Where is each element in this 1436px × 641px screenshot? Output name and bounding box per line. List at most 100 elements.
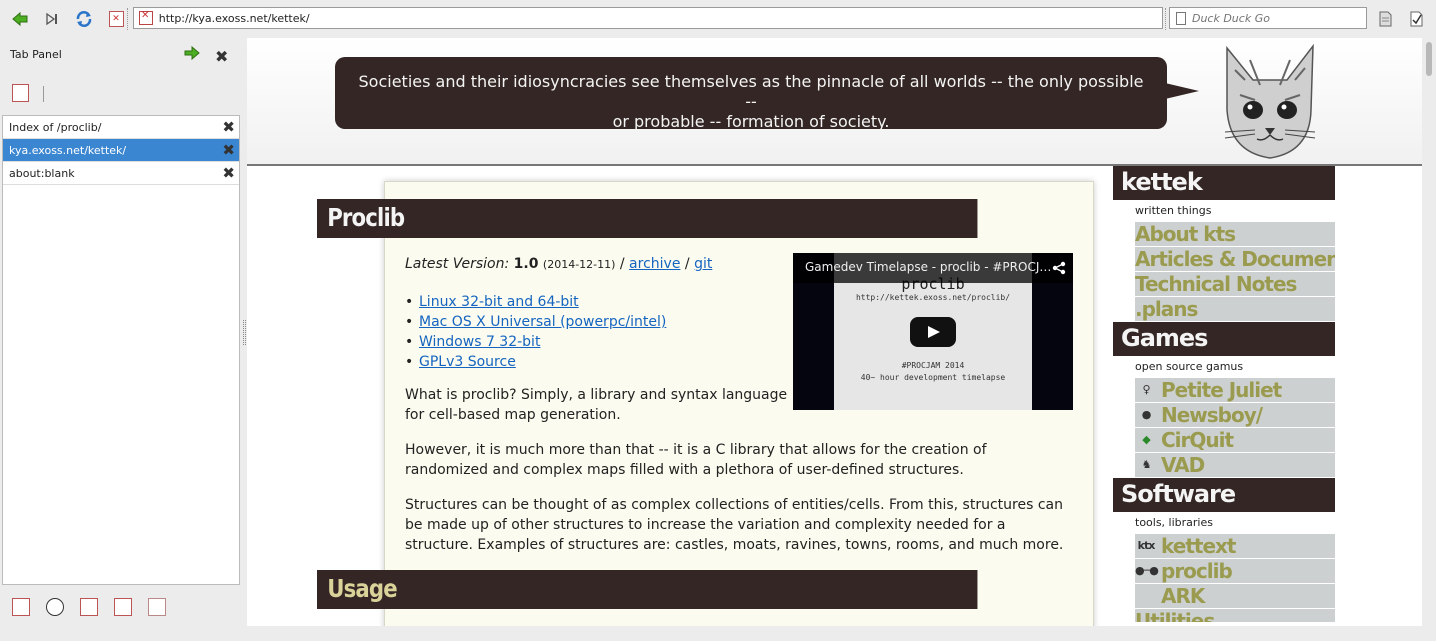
panel-splitter-handle[interactable] [243,320,246,345]
intro-paragraph: What is proclib? Simply, a library and s… [405,387,788,423]
bookmark-page-icon[interactable] [1374,8,1396,30]
panel-separator [43,86,44,102]
sidebar-item-label: Petite Juliet [1161,378,1282,402]
video-title[interactable]: Gamedev Timelapse - proclib - #PROCJ… [793,253,1073,283]
sidebar-item-vad[interactable]: ♞ VAD [1135,453,1335,478]
quote-line: Societies and their idiosyncracies see t… [358,72,1144,111]
hand-icon[interactable] [148,598,166,616]
download-windows-link[interactable]: Windows 7 32-bit [419,334,540,350]
vertical-scrollbar[interactable] [1422,38,1436,626]
sidebar-item-label: Utilities [1135,609,1215,623]
download-source-link[interactable]: GPLv3 Source [419,354,516,370]
video-shot-caption: 40~ hour development timelapse [860,373,1006,382]
usage-heading: Usage [317,570,978,609]
new-tab-icon[interactable] [12,84,29,102]
page-icon[interactable] [114,598,132,616]
close-tab-icon[interactable]: ✖ [222,141,235,159]
download-mac-link[interactable]: Mac OS X Universal (powerpc/intel) [419,314,666,330]
version-number: 1.0 [513,256,539,272]
scrollbar-thumb[interactable] [1426,42,1432,76]
web-page: Societies and their idiosyncracies see t… [247,38,1422,626]
sidebar-subtitle: tools, libraries [1135,516,1213,529]
archive-link[interactable]: archive [629,256,680,272]
sidebar-item-label: CirQuit [1161,428,1234,452]
panel-close-icon[interactable]: ✖ [215,47,228,66]
search-input[interactable] [1191,11,1366,25]
stop-icon[interactable]: ✕ [105,8,127,30]
quote-bubble: Societies and their idiosyncracies see t… [335,57,1199,131]
tab-label: kya.exoss.net/kettek/ [9,143,127,157]
git-link[interactable]: git [694,256,712,272]
panel-go-arrow-icon[interactable] [184,45,200,63]
sidebar-item-technical-notes[interactable]: Technical Notes [1135,272,1335,297]
cat-logo-icon [1224,43,1316,159]
reload-icon[interactable] [73,8,95,30]
sidebar-item-about[interactable]: About kts [1135,222,1335,247]
video-shot-caption: #PROCJAM 2014 [901,361,965,370]
tab-panel: Tab Panel ✖ Index of /proclib/ ✖ kya.exo… [0,38,244,641]
ktx-icon: ktx [1137,539,1156,552]
site-header: Societies and their idiosyncracies see t… [247,38,1422,166]
site-sidebar: kettek written things About kts Articles… [1113,166,1335,626]
sidebar-item-newsboy[interactable]: ● Newsboy/ [1135,403,1335,428]
video-shot-url: http://kettek.exoss.net/proclib/ [855,293,1011,302]
checklist-icon[interactable] [1405,8,1427,30]
creature-icon: ♞ [1141,458,1152,471]
ball-icon: ● [1141,408,1152,421]
sidebar-heading: Software [1113,478,1335,512]
sidebar-item-kettext[interactable]: ktx kettext [1135,534,1335,559]
search-bar[interactable] [1169,7,1367,29]
separator: / [684,256,690,272]
history-clock-icon[interactable] [46,598,64,616]
sidebar-item-label: kettext [1161,534,1236,558]
sidebar-item-petite-juliet[interactable]: ♀ Petite Juliet [1135,378,1335,403]
play-button[interactable] [910,317,956,347]
version-label: Latest Version: [405,256,510,272]
sidebar-item-label: .plans [1135,297,1198,321]
tab-item-selected[interactable]: kya.exoss.net/kettek/ ✖ [3,139,239,162]
sidebar-item-label: VAD [1161,453,1205,477]
forward-skip-icon[interactable] [41,8,63,30]
download-list: Linux 32-bit and 64-bit Mac OS X Univers… [405,292,666,372]
version-line: Latest Version: 1.0 (2014-12-11) / archi… [405,256,712,272]
sidebar-heading: Games [1113,322,1335,356]
figure-icon: ♀ [1142,383,1150,396]
close-tab-icon[interactable]: ✖ [222,164,235,182]
url-input[interactable] [158,11,1162,25]
sidebar-item-label: About kts [1135,222,1236,246]
version-date: (2014-12-11) [542,258,616,271]
browser-toolbar: ✕ [0,0,1436,38]
tab-item[interactable]: Index of /proclib/ ✖ [3,116,239,139]
close-tab-icon[interactable]: ✖ [222,118,235,136]
tab-label: about:blank [9,166,75,180]
page-title: Proclib [317,199,978,238]
description-paragraph: However, it is much more than that -- it… [405,442,987,478]
sidebar-item-label: ARK [1161,584,1205,608]
sidebar-item-plans[interactable]: .plans [1135,297,1335,322]
panel-title: Tab Panel [10,48,62,61]
share-icon[interactable] [1052,261,1066,275]
url-bar[interactable] [133,7,1163,29]
tab-item[interactable]: about:blank ✖ [3,162,239,185]
sidebar-item-label: Articles & Documents [1135,247,1335,271]
structures-paragraph: Structures can be thought of as complex … [405,497,1064,553]
back-arrow-icon[interactable] [9,8,31,30]
sidebar-item-proclib[interactable]: ●─● proclib [1135,559,1335,584]
sidebar-item-ark[interactable]: ARK [1135,584,1335,609]
nodes-icon: ●─● [1135,564,1159,577]
download-linux-link[interactable]: Linux 32-bit and 64-bit [419,294,579,310]
sidebar-item-articles[interactable]: Articles & Documents [1135,247,1335,272]
sidebar-subtitle: written things [1135,204,1212,217]
broken-favicon-icon [139,10,153,25]
page-icon[interactable] [12,598,30,616]
sidebar-item-utilities-partial[interactable]: Utilities [1135,609,1335,623]
page-icon[interactable] [80,598,98,616]
status-strip [247,626,1422,641]
tab-list: Index of /proclib/ ✖ kya.exoss.net/kette… [2,115,240,585]
sidebar-item-cirquit[interactable]: ◆ CirQuit [1135,428,1335,453]
sidebar-subtitle: open source gamus [1135,360,1244,373]
video-embed[interactable]: proclib http://kettek.exoss.net/proclib/… [793,253,1073,410]
panel-bottom-toolbar [12,598,166,616]
sidebar-item-label: proclib [1161,559,1233,583]
toolbar-grip [127,8,129,30]
